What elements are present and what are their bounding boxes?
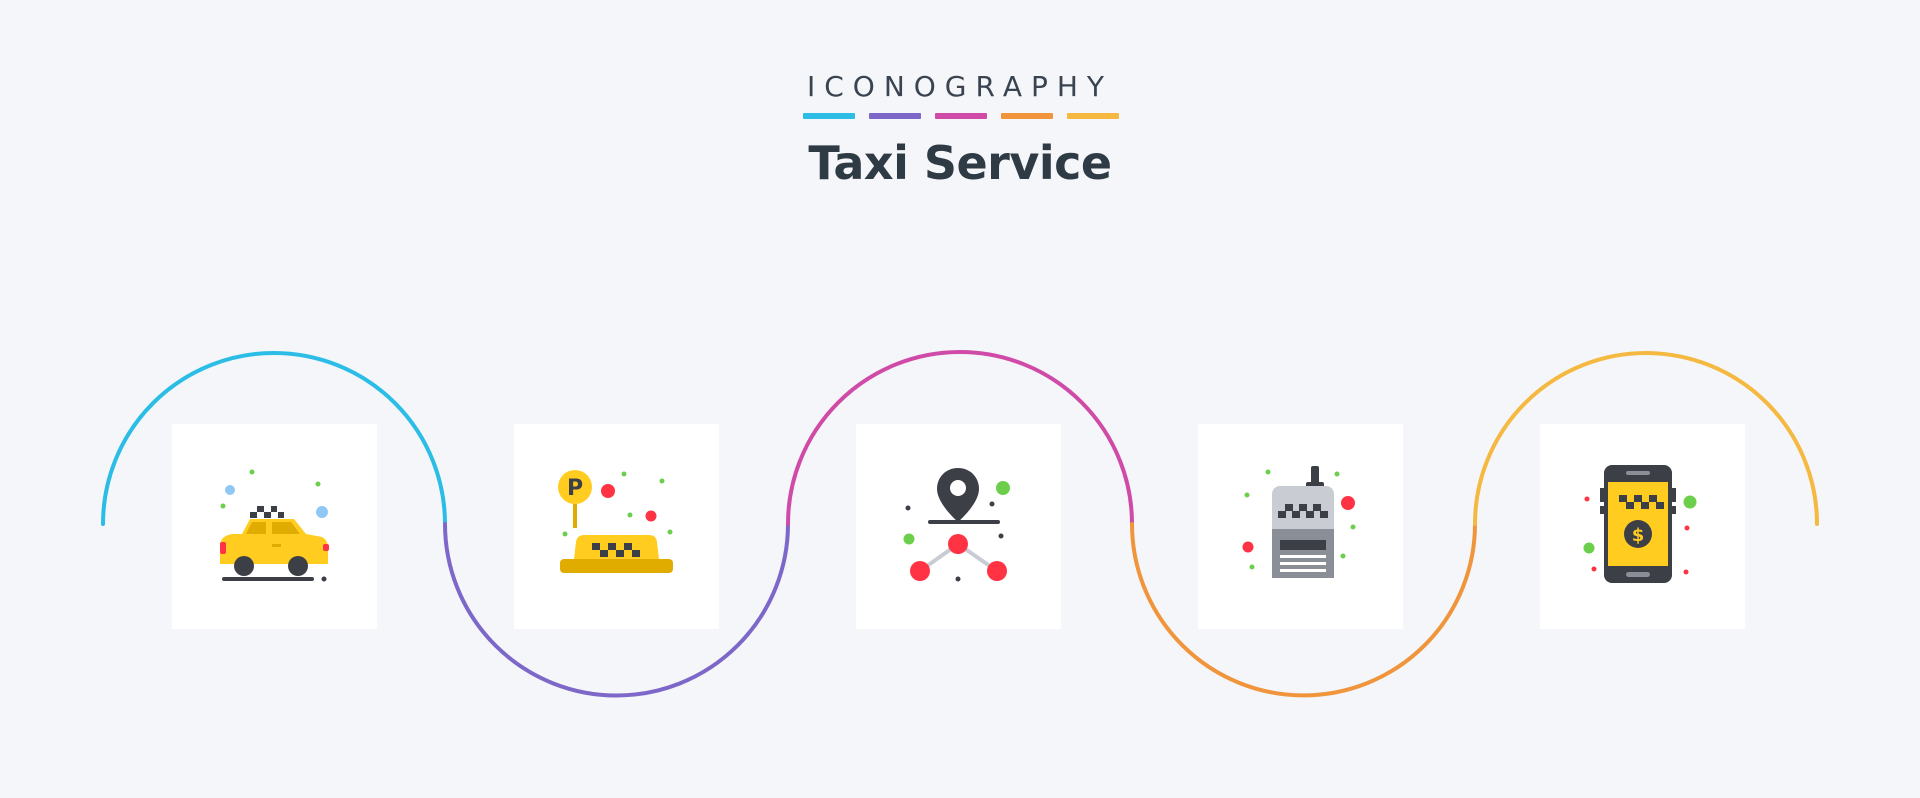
mobile-taxi-payment-icon: $	[1583, 465, 1697, 583]
tile-taxi-radio[interactable]	[1198, 424, 1403, 629]
location-network-icon	[903, 468, 1010, 582]
wave-line	[101, 350, 1819, 698]
tile-taxi-parking[interactable]: P	[514, 424, 719, 629]
taxi-radio-walkie-talkie-icon	[1242, 466, 1356, 578]
tile-mobile-taxi-payment[interactable]: $	[1540, 424, 1745, 629]
tile-location-network[interactable]	[856, 424, 1061, 629]
svg-text:P: P	[567, 476, 583, 501]
tile-taxi-car[interactable]	[172, 424, 377, 629]
svg-text:$: $	[1632, 525, 1645, 546]
taxi-parking-sign-icon: P	[558, 470, 673, 573]
taxi-car-icon	[220, 469, 329, 582]
